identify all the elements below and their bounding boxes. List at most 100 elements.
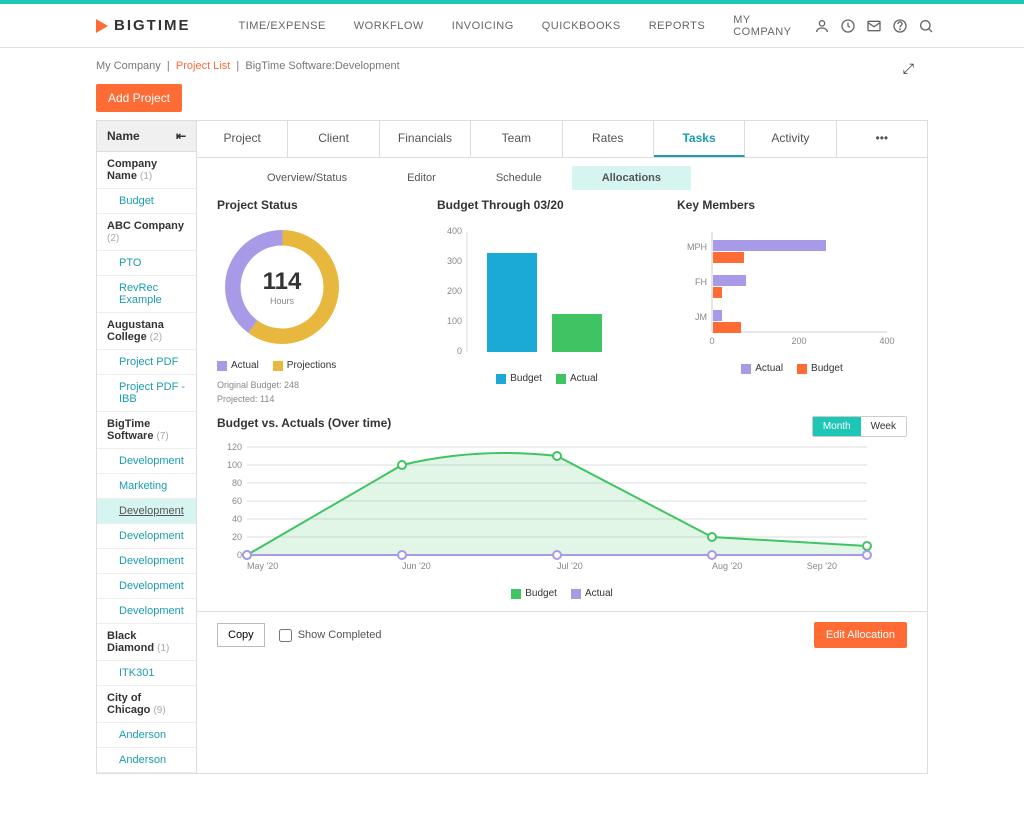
sidebar-item[interactable]: Development <box>97 599 196 624</box>
show-completed-checkbox[interactable]: Show Completed <box>279 629 382 642</box>
sidebar-item[interactable]: Project PDF <box>97 350 196 375</box>
sidebar: Name ⇤ Company Name (1)BudgetABC Company… <box>97 121 197 773</box>
nav-timeexpense[interactable]: TIME/EXPENSE <box>225 4 340 48</box>
svg-text:300: 300 <box>447 256 462 266</box>
collapse-icon[interactable]: ⇤ <box>176 129 186 143</box>
svg-text:Aug '20: Aug '20 <box>712 561 742 571</box>
tab-project[interactable]: Project <box>197 121 288 157</box>
subtab-overviewstatus[interactable]: Overview/Status <box>237 166 377 190</box>
user-icon[interactable] <box>814 18 830 34</box>
svg-text:Jun '20: Jun '20 <box>402 561 431 571</box>
tab-rates[interactable]: Rates <box>563 121 654 157</box>
sidebar-group[interactable]: Black Diamond (1) <box>97 624 196 661</box>
project-status-title: Project Status <box>217 198 417 212</box>
show-completed-label: Show Completed <box>298 629 382 641</box>
legend-actual2: Actual <box>570 373 598 384</box>
svg-text:May '20: May '20 <box>247 561 278 571</box>
search-icon[interactable] <box>918 18 934 34</box>
svg-text:Sep '20: Sep '20 <box>807 561 837 571</box>
tab-client[interactable]: Client <box>288 121 379 157</box>
nav-mycompany[interactable]: MY COMPANY <box>719 4 805 48</box>
budget-through-title: Budget Through 03/20 <box>437 198 657 212</box>
sidebar-group[interactable]: ABC Company (2) <box>97 214 196 251</box>
svg-text:Jul '20: Jul '20 <box>557 561 583 571</box>
tab-team[interactable]: Team <box>471 121 562 157</box>
sidebar-group[interactable]: Company Name (1) <box>97 152 196 189</box>
budget-through-panel: Budget Through 03/20 400 300 200 100 0 B… <box>437 198 657 406</box>
sidebar-item[interactable]: PTO <box>97 251 196 276</box>
mail-icon[interactable] <box>866 18 882 34</box>
edit-allocation-button[interactable]: Edit Allocation <box>814 622 907 648</box>
logo-icon <box>96 19 108 33</box>
sidebar-item[interactable]: Development <box>97 449 196 474</box>
crumb-mycompany[interactable]: My Company <box>96 60 161 72</box>
svg-text:FH: FH <box>695 277 707 287</box>
sidebar-item[interactable]: ITK301 <box>97 661 196 686</box>
tab-activity[interactable]: Activity <box>745 121 836 157</box>
svg-text:400: 400 <box>879 336 894 346</box>
nav-quickbooks[interactable]: QUICKBOOKS <box>528 4 635 48</box>
top-nav: BIGTIME TIME/EXPENSEWORKFLOWINVOICINGQUI… <box>0 4 1024 48</box>
legend-projections: Projections <box>287 360 336 371</box>
key-members-title: Key Members <box>677 198 907 212</box>
breadcrumb: My Company | Project List | BigTime Soft… <box>0 48 1024 80</box>
legend-actual: Actual <box>231 360 259 371</box>
show-completed-input[interactable] <box>279 629 292 642</box>
subtab-schedule[interactable]: Schedule <box>466 166 572 190</box>
sidebar-item[interactable]: Marketing <box>97 474 196 499</box>
donut-value: 114 <box>263 268 302 296</box>
subtab-editor[interactable]: Editor <box>377 166 466 190</box>
budget-actuals-panel: Month Week Budget vs. Actuals (Over time… <box>197 416 927 611</box>
tab-financials[interactable]: Financials <box>380 121 471 157</box>
orig-budget-text: Original Budget: 248 <box>217 379 417 393</box>
sidebar-item[interactable]: Project PDF - IBB <box>97 375 196 412</box>
svg-text:0: 0 <box>457 346 462 356</box>
tab-[interactable]: ••• <box>837 121 927 157</box>
sidebar-group[interactable]: City of Chicago (9) <box>97 686 196 723</box>
svg-text:60: 60 <box>232 496 242 506</box>
donut-unit: Hours <box>263 296 302 306</box>
sidebar-item[interactable]: Budget <box>97 189 196 214</box>
sidebar-item[interactable]: Development <box>97 574 196 599</box>
sidebar-item[interactable]: Anderson <box>97 748 196 773</box>
svg-text:JM: JM <box>695 312 707 322</box>
logo[interactable]: BIGTIME <box>96 17 191 34</box>
legend-km-budget: Budget <box>811 363 843 374</box>
svg-text:40: 40 <box>232 514 242 524</box>
nav-workflow[interactable]: WORKFLOW <box>340 4 438 48</box>
project-status-panel: Project Status 114 Hours Actual Projecti… <box>217 198 417 406</box>
nav-reports[interactable]: REPORTS <box>635 4 719 48</box>
sidebar-group[interactable]: BigTime Software (7) <box>97 412 196 449</box>
toggle-week[interactable]: Week <box>861 417 906 436</box>
budget-bar-chart: 400 300 200 100 0 <box>437 222 637 362</box>
sidebar-item[interactable]: Development <box>97 499 196 524</box>
clock-icon[interactable] <box>840 18 856 34</box>
toggle-month[interactable]: Month <box>813 417 861 436</box>
svg-text:80: 80 <box>232 478 242 488</box>
subtabs: Overview/StatusEditorScheduleAllocations <box>197 158 927 198</box>
sidebar-item[interactable]: Development <box>97 549 196 574</box>
svg-text:0: 0 <box>709 336 714 346</box>
projected-text: Projected: 114 <box>217 393 417 407</box>
svg-text:100: 100 <box>227 460 242 470</box>
nav-invoicing[interactable]: INVOICING <box>438 4 528 48</box>
legend-ot-actual: Actual <box>585 588 613 599</box>
overtime-chart: 120100 8060 4020 0 May '20 Jun '20 Jul '… <box>217 437 877 577</box>
crumb-projectlist[interactable]: Project List <box>176 60 230 72</box>
subtab-allocations[interactable]: Allocations <box>572 166 691 190</box>
sidebar-item[interactable]: Anderson <box>97 723 196 748</box>
help-icon[interactable] <box>892 18 908 34</box>
tab-tasks[interactable]: Tasks <box>654 121 745 157</box>
svg-text:MPH: MPH <box>687 242 707 252</box>
add-project-button[interactable]: Add Project <box>96 84 182 112</box>
sidebar-group[interactable]: Augustana College (2) <box>97 313 196 350</box>
key-members-panel: Key Members MPH FH JM 0 200 400 <box>677 198 907 406</box>
footer-bar: Copy Show Completed Edit Allocation <box>197 611 927 658</box>
expand-icon[interactable]: ⤢ <box>903 60 914 77</box>
svg-text:0: 0 <box>237 550 242 560</box>
sidebar-item[interactable]: RevRec Example <box>97 276 196 313</box>
copy-button[interactable]: Copy <box>217 623 265 647</box>
sidebar-item[interactable]: Development <box>97 524 196 549</box>
tabs: ProjectClientFinancialsTeamRatesTasksAct… <box>197 121 927 158</box>
svg-text:400: 400 <box>447 226 462 236</box>
